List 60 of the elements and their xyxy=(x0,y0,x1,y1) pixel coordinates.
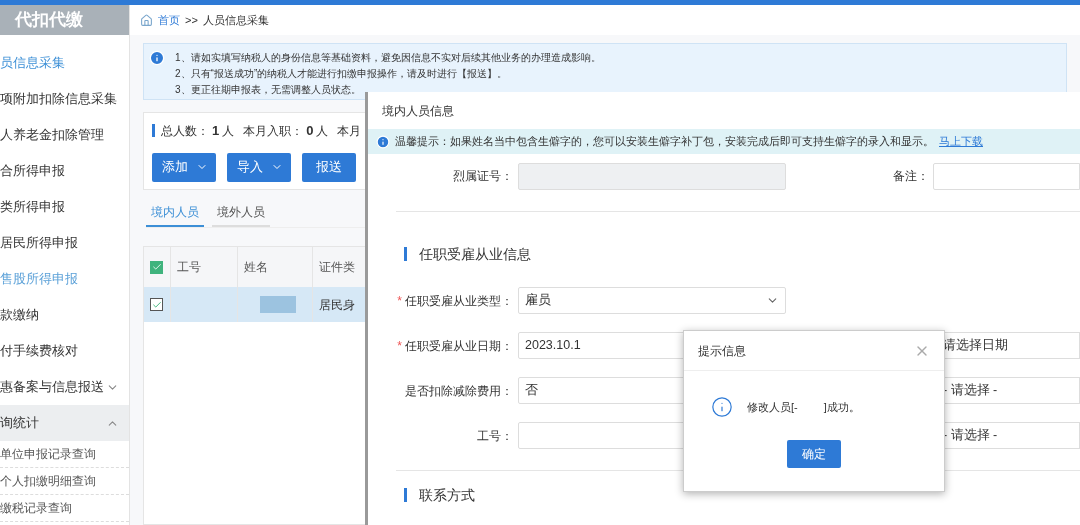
alert-message: ]成功。 xyxy=(822,399,860,415)
required-mark: * xyxy=(397,292,402,310)
notice-text: 2、只有“报送成功”的纳税人才能进行扣缴申报操作，请及时进行【报送】。 xyxy=(175,67,509,81)
info-icon xyxy=(149,50,165,66)
stat-value: 0 xyxy=(306,122,314,140)
dialog-title: 境内人员信息 xyxy=(381,102,455,120)
tip-text: 温馨提示：如果姓名当中包含生僻字的，您可以安装生僻字补丁包，安装完成后即可支持生僻字的录入和显示。 xyxy=(395,133,934,149)
stat-unit: 人 xyxy=(222,122,235,140)
sidebar-group[interactable]: 询统计 xyxy=(0,405,129,441)
confirm-button[interactable]: 确定 xyxy=(787,440,841,468)
alert-title: 提示信息 xyxy=(698,342,746,360)
stat-label: 总人数： xyxy=(161,122,209,140)
field-label: 任职受雇从业日期： xyxy=(405,337,513,355)
section-title: 任职受雇从业信息 xyxy=(419,244,531,264)
field-label: 是否扣除减除费用： xyxy=(405,382,513,400)
notice-text: 1、请如实填写纳税人的身份信息等基础资料，避免因信息不实对后续其他业务的办理造成影响。 xyxy=(175,51,601,65)
field-label: 烈属证号： xyxy=(452,168,514,185)
action-button[interactable]: 导入 xyxy=(227,152,291,182)
sidebar-item[interactable]: 员信息采集 xyxy=(0,45,129,81)
field-label: 工号： xyxy=(477,427,513,445)
sidebar-item[interactable]: 款缴纳 xyxy=(0,297,129,333)
input-field[interactable] xyxy=(933,162,1080,190)
table-cell-text: 居民身 xyxy=(319,296,356,314)
checkmark-icon xyxy=(151,262,162,272)
section-title: 联系方式 xyxy=(419,485,475,505)
sidebar-title: 代扣代缴 xyxy=(0,5,129,35)
download-link[interactable]: 马上下载 xyxy=(939,133,983,150)
stat-label: 本月 xyxy=(337,122,362,140)
stat-unit: 人 xyxy=(316,122,329,140)
info-icon xyxy=(376,134,390,149)
sidebar-subitem[interactable]: 单位申报记录查询 xyxy=(0,441,129,468)
field-label: 任职受雇从业类型： xyxy=(405,292,513,310)
stat-label: 本月入职： xyxy=(243,122,304,140)
sidebar-subitem[interactable]: 个人扣缴明细查询 xyxy=(0,468,129,495)
sidebar-item[interactable]: 人养老金扣除管理 xyxy=(0,117,129,153)
home-icon xyxy=(140,13,153,27)
breadcrumb-link[interactable]: 首页 xyxy=(158,11,180,29)
tab[interactable]: 境外人员 xyxy=(212,198,270,227)
sidebar-item[interactable]: 项附加扣除信息采集 xyxy=(0,81,129,117)
required-mark: * xyxy=(397,337,402,355)
info-icon xyxy=(711,396,733,418)
action-button[interactable]: 添加 xyxy=(152,152,216,182)
sidebar-item[interactable]: 合所得申报 xyxy=(0,153,129,189)
sidebar-item[interactable]: 居民所得申报 xyxy=(0,225,129,261)
sidebar-item[interactable]: 付手续费核对 xyxy=(0,333,129,369)
breadcrumb-current: 人员信息采集 xyxy=(202,12,269,28)
action-button[interactable]: 报送 xyxy=(302,152,356,182)
select-field[interactable]: 雇员 xyxy=(518,287,786,314)
header-checkbox[interactable] xyxy=(150,260,164,274)
breadcrumb-separator: >> xyxy=(185,12,198,28)
blurred-name xyxy=(259,296,296,313)
notice-text: 3、更正往期申报表，无需调整人员状态。 xyxy=(175,83,362,97)
sidebar-group[interactable]: 惠备案与信息报送 xyxy=(0,369,129,405)
sidebar-subitem[interactable]: 缴税记录查询 xyxy=(0,495,129,522)
table-row[interactable]: 居民身 xyxy=(144,287,365,322)
field-label: 备注： xyxy=(892,168,930,185)
row-checkbox[interactable] xyxy=(150,298,164,311)
checkmark-icon xyxy=(151,299,162,310)
sidebar-item[interactable]: 类所得申报 xyxy=(0,189,129,225)
stat-value: 1 xyxy=(212,122,220,140)
